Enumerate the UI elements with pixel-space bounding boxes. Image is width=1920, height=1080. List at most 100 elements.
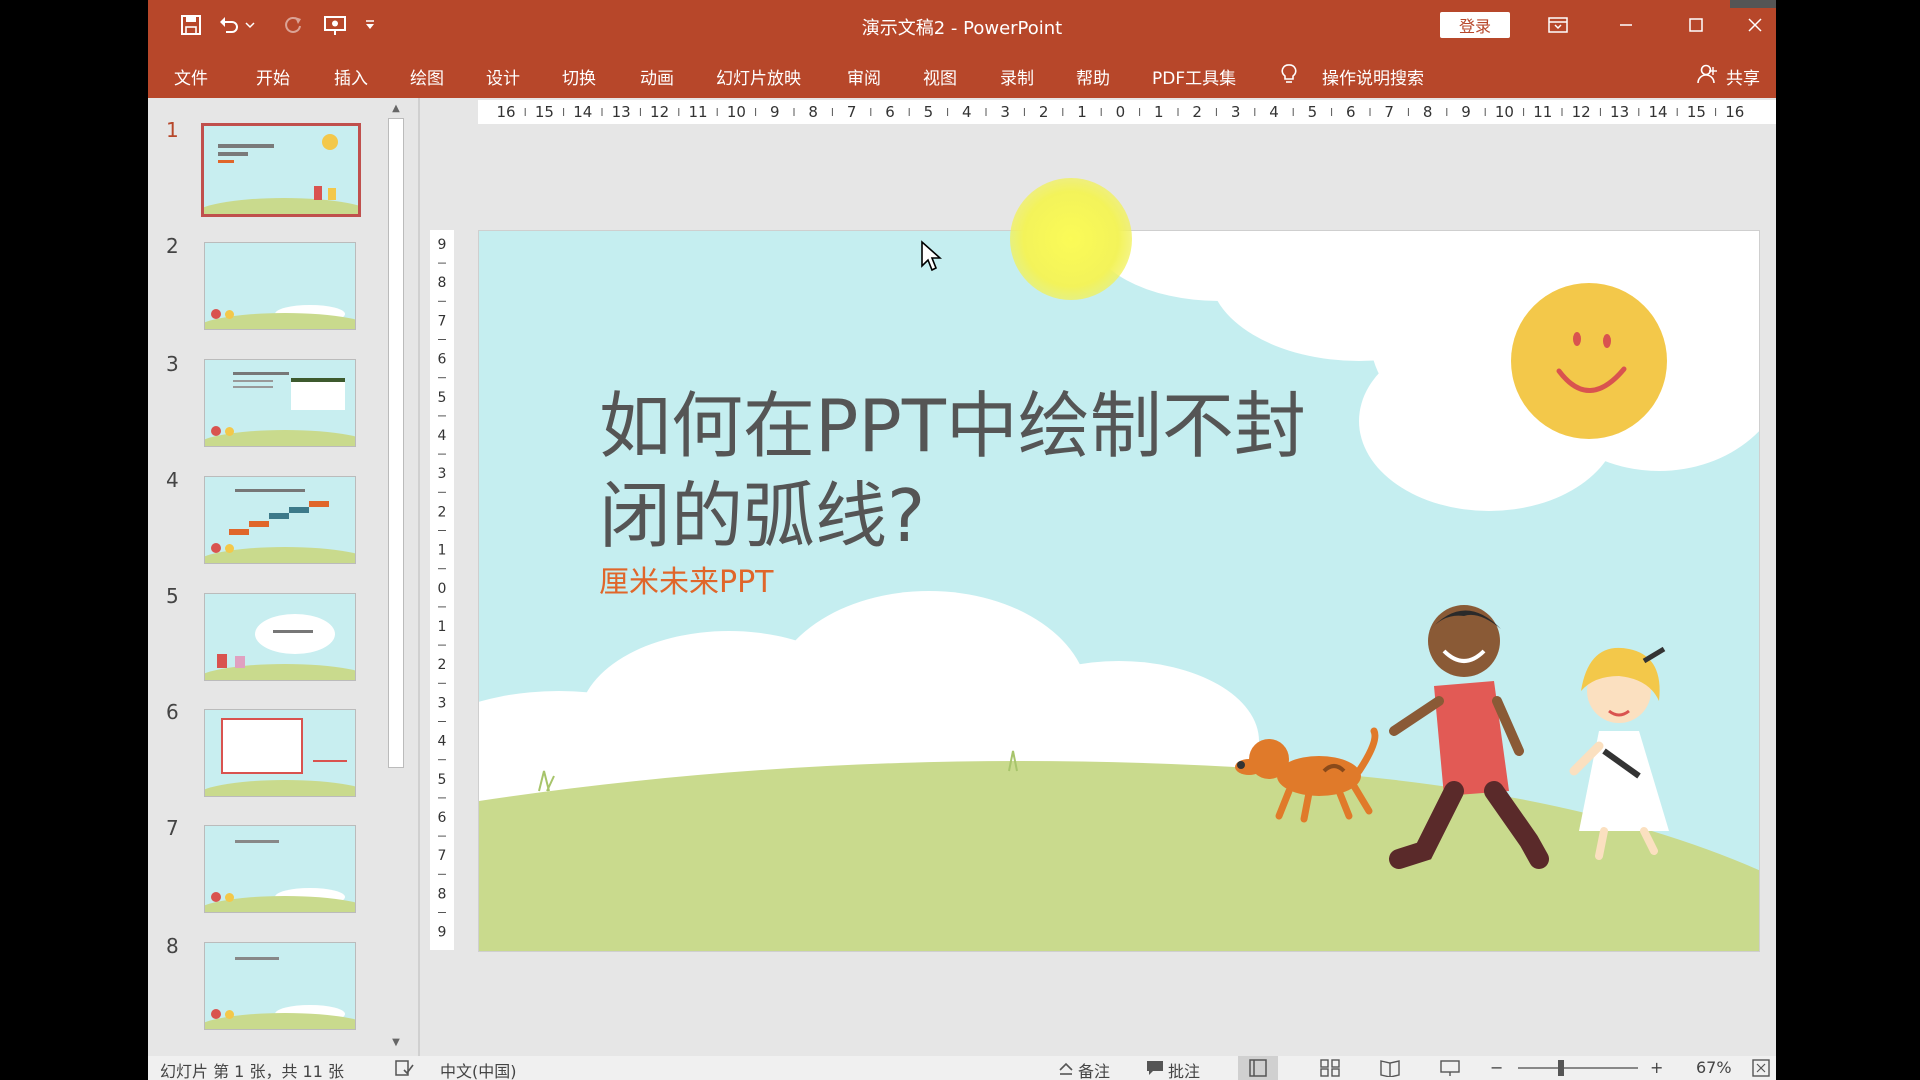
scrollbar-thumb[interactable] [388,118,404,768]
ruler-tick-label: 9 [438,237,447,253]
pane-divider[interactable] [418,98,420,1056]
ruler-tick-label: 4 [438,428,447,444]
grass-ground [479,761,1759,951]
ruler-tick-label: 8 [438,886,447,902]
maximize-icon[interactable] [1666,0,1726,50]
normal-view-icon[interactable] [1238,1056,1278,1080]
ruler-tick-label: 10 [1495,103,1514,121]
tab-view[interactable]: 视图 [923,64,957,89]
ruler-tick-label: 4 [438,734,447,750]
ruler-tick-label: 0 [438,581,447,597]
ruler-tick-label: 2 [438,504,447,520]
ruler-tick-label: 15 [1687,103,1706,121]
tab-slideshow[interactable]: 幻灯片放映 [716,64,801,89]
language-status[interactable]: 中文(中国) [440,1058,517,1080]
ruler-tick-label: 1 [438,543,447,559]
ribbon-display-options-icon[interactable] [1528,0,1588,50]
taskbar-fragment [1730,0,1776,8]
vertical-ruler: 9 8 7 6 5 4 3 2 1 0 1 2 3 4 5 6 7 8 9 [430,230,454,950]
notes-button[interactable]: 备注 [1078,1058,1110,1080]
sign-in-button[interactable]: 登录 [1440,12,1510,38]
tab-help[interactable]: 帮助 [1076,64,1110,89]
slide-thumbnail-5[interactable] [204,593,356,681]
ruler-tick-label: 3 [1000,103,1010,121]
ruler-tick-label: 6 [1346,103,1356,121]
ribbon-tabs: 文件 开始 插入 绘图 设计 切换 动画 幻灯片放映 审阅 视图 录制 帮助 P… [148,50,1776,98]
ruler-tick-label: 2 [1192,103,1202,121]
ruler-tick-label: 11 [1533,103,1552,121]
slideshow-view-icon[interactable] [1440,1059,1460,1080]
slide-thumbnail-4[interactable] [204,476,356,564]
ruler-tick-label: 6 [438,810,447,826]
ruler-tick-label: 1 [1077,103,1087,121]
minimize-icon[interactable] [1596,0,1656,50]
fit-slide-to-window-icon[interactable] [1752,1059,1770,1080]
vertical-ruler-scale: 9 8 7 6 5 4 3 2 1 0 1 2 3 4 5 6 7 8 9 [438,237,447,941]
thumbnail-scrollbar[interactable]: ▲ ▼ [386,98,406,1056]
tab-draw[interactable]: 绘图 [410,64,444,89]
ruler-tick-label: 9 [438,925,447,941]
ruler-tick-label: 11 [688,103,707,121]
thumbnail-number: 3 [166,352,179,376]
slide-thumbnail-7[interactable] [204,825,356,913]
reading-view-icon[interactable] [1380,1059,1400,1080]
comments-icon[interactable] [1146,1060,1164,1080]
status-bar: 幻灯片 第 1 张，共 11 张 中文(中国) 备注 批注 − + 67% [148,1056,1776,1080]
slide-thumbnail-1[interactable] [201,123,361,217]
tab-pdf-tools[interactable]: PDF工具集 [1152,64,1236,89]
ruler-tick-label: 6 [438,352,447,368]
ruler-tick-label: 9 [1461,103,1471,121]
ruler-tick-label: 8 [808,103,818,121]
ruler-tick-label: 7 [438,313,447,329]
scroll-down-arrow-icon[interactable]: ▼ [388,1034,404,1050]
horizontal-ruler: 16 15 14 13 12 11 10 9 8 7 6 5 4 3 2 1 0 1 2 3 4 5 6 7 8 9 10 11 12 1… [478,100,1776,124]
slide-thumbnail-3[interactable] [204,359,356,447]
girl-illustration [1569,646,1669,860]
ruler-tick-label: 12 [1572,103,1591,121]
lightbulb-icon [1280,63,1298,90]
tab-record[interactable]: 录制 [1000,64,1034,89]
tell-me-search[interactable]: 操作说明搜索 [1322,64,1424,89]
thumbnail-number: 2 [166,234,179,258]
ruler-tick-label: 4 [1269,103,1279,121]
tab-file[interactable]: 文件 [174,64,208,89]
tab-design[interactable]: 设计 [486,64,520,89]
zoom-out-button[interactable]: − [1490,1058,1503,1077]
ruler-tick-label: 13 [1610,103,1629,121]
share-button[interactable]: 共享 [1726,64,1760,89]
slide-title-line: 如何在PPT中绘制不封 [599,384,1306,468]
ruler-tick-label: 7 [847,103,857,121]
slide-subtitle[interactable]: 厘米未来PPT [599,557,774,601]
tab-insert[interactable]: 插入 [334,64,368,89]
tab-animations[interactable]: 动画 [640,64,674,89]
zoom-level[interactable]: 67% [1696,1058,1732,1077]
comments-button[interactable]: 批注 [1168,1058,1200,1080]
slide-thumbnail-2[interactable] [204,242,356,330]
slide-count-status: 幻灯片 第 1 张，共 11 张 [160,1062,344,1080]
ruler-tick-label: 12 [650,103,669,121]
tab-review[interactable]: 审阅 [847,64,881,89]
tab-transitions[interactable]: 切换 [562,64,596,89]
zoom-slider-thumb[interactable] [1558,1060,1564,1076]
notes-icon[interactable] [1058,1060,1074,1080]
mouse-pointer-icon [920,240,943,276]
ruler-tick-label: 10 [727,103,746,121]
slide-title[interactable]: 如何在PPT中绘制不封 闭的弧线? [599,381,1359,561]
ruler-tick-label: 3 [1231,103,1241,121]
slide-thumbnail-6[interactable] [204,709,356,797]
ruler-tick-label: 3 [438,695,447,711]
tab-home[interactable]: 开始 [256,64,290,89]
ruler-tick-label: 2 [1039,103,1049,121]
zoom-in-button[interactable]: + [1650,1058,1663,1077]
share-icon[interactable] [1696,63,1718,90]
slide-canvas[interactable]: 如何在PPT中绘制不封 闭的弧线? 厘米未来PPT [478,230,1760,952]
slide-sorter-view-icon[interactable] [1320,1059,1340,1080]
thumbnail-number: 4 [166,468,179,492]
spelling-check-icon[interactable] [394,1059,414,1080]
zoom-slider[interactable] [1518,1067,1638,1069]
scroll-up-arrow-icon[interactable]: ▲ [388,100,404,116]
slide-thumbnail-8[interactable] [204,942,356,1030]
cursor-highlight [1010,178,1132,300]
ruler-tick-label: 14 [1648,103,1667,121]
thumbnail-number: 8 [166,934,179,958]
